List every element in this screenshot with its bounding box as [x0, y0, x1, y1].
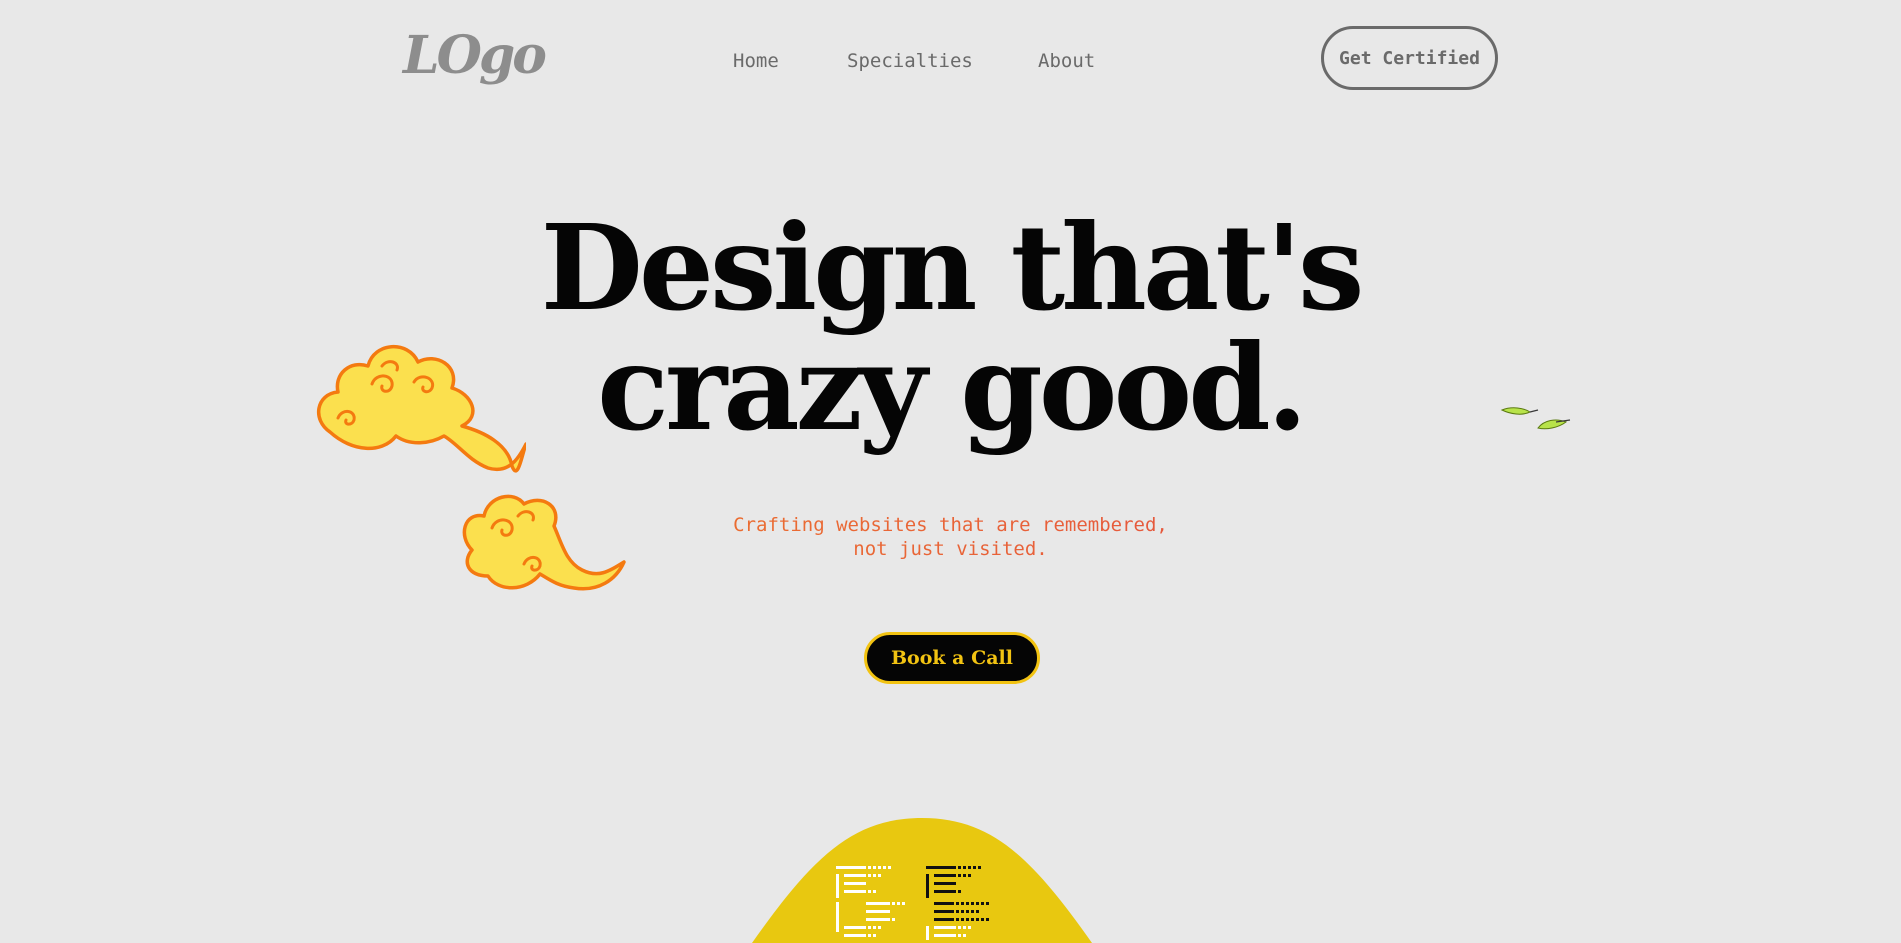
get-certified-button[interactable]: Get Certified — [1321, 26, 1498, 90]
hero-tagline-line-1: Crafting websites that are remembered, — [733, 514, 1168, 536]
hero-title: Design that's crazy good. — [0, 208, 1901, 448]
book-a-call-button[interactable]: Book a Call — [864, 632, 1040, 684]
nav-link-about[interactable]: About — [1038, 48, 1095, 74]
nav-link-home[interactable]: Home — [733, 48, 779, 74]
pixel-pattern-icon — [836, 866, 989, 940]
hero-tagline-line-2: not just visited. — [853, 538, 1048, 560]
nav-link-specialties[interactable]: Specialties — [847, 48, 973, 74]
hero-tagline: Crafting websites that are remembered, n… — [0, 513, 1901, 561]
hero-title-line-2: crazy good. — [597, 318, 1308, 457]
hero-title-line-1: Design that's — [540, 198, 1365, 337]
main-nav: Home Specialties About — [0, 48, 1901, 74]
